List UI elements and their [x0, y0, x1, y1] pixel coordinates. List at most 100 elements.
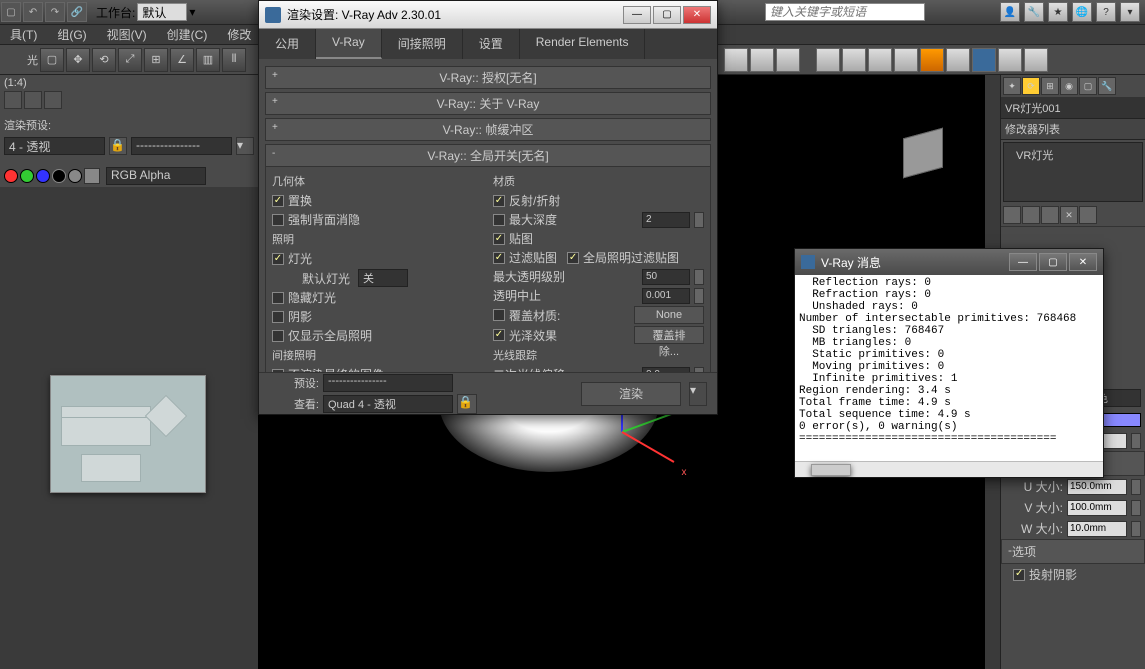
- show-end-icon[interactable]: [1022, 206, 1040, 224]
- transp-cutoff-spinner-icon[interactable]: [694, 288, 704, 304]
- override-mtl-button[interactable]: None: [634, 306, 704, 324]
- alpha-channel-icon[interactable]: [52, 169, 66, 183]
- viewcube-face[interactable]: [903, 128, 943, 179]
- lock-view-icon[interactable]: 🔒: [109, 137, 127, 155]
- viewcube[interactable]: [895, 125, 955, 185]
- rollout-framebuffer[interactable]: +V-Ray:: 帧缓冲区: [265, 118, 711, 141]
- render-scene-icon[interactable]: [816, 48, 840, 72]
- backface-checkbox[interactable]: [272, 214, 284, 226]
- modify-tab-icon[interactable]: ⟳: [1022, 77, 1040, 95]
- snap-tool-icon[interactable]: ⊞: [144, 48, 168, 72]
- footer-view-dropdown[interactable]: Quad 4 - 透视: [323, 395, 453, 413]
- v-size-input[interactable]: [1067, 500, 1127, 516]
- modifier-stack-item[interactable]: VR灯光: [1004, 143, 1142, 167]
- transp-cutoff-input[interactable]: [642, 288, 690, 304]
- unique-icon[interactable]: [1041, 206, 1059, 224]
- angle-tool-icon[interactable]: ∠: [170, 48, 194, 72]
- mat-editor-icon[interactable]: [868, 48, 892, 72]
- file-icon[interactable]: ▢: [1, 2, 21, 22]
- redo-icon[interactable]: ↷: [45, 2, 65, 22]
- view-lock-icon[interactable]: 🔒: [457, 394, 477, 414]
- tab-common[interactable]: 公用: [259, 29, 316, 59]
- green-channel-icon[interactable]: [20, 169, 34, 183]
- w-size-input[interactable]: [1067, 521, 1127, 537]
- msg-minimize-button[interactable]: —: [1009, 253, 1037, 271]
- menu-group[interactable]: 组(G): [47, 26, 96, 43]
- rf-tool1-icon[interactable]: [4, 91, 22, 109]
- cast-shadow-checkbox[interactable]: ✓: [1013, 569, 1025, 581]
- override-mtl-checkbox[interactable]: [493, 309, 505, 321]
- tool-help-icon[interactable]: ?: [1096, 2, 1116, 22]
- motion-tab-icon[interactable]: ◉: [1060, 77, 1078, 95]
- footer-preset-dropdown[interactable]: ----------------: [323, 374, 453, 392]
- modifier-list-dropdown[interactable]: 修改器列表: [1001, 119, 1145, 140]
- temp-spinner-icon[interactable]: [1131, 433, 1141, 449]
- shadows-checkbox[interactable]: [272, 311, 284, 323]
- mirror-tool-icon[interactable]: ▥: [196, 48, 220, 72]
- maps-checkbox[interactable]: [493, 233, 505, 245]
- render-thumbnail[interactable]: [50, 375, 206, 493]
- default-lights-dropdown[interactable]: 关: [358, 269, 408, 287]
- lights-checkbox[interactable]: [272, 253, 284, 265]
- tab-vray[interactable]: V-Ray: [316, 29, 382, 59]
- msg-scrollbar[interactable]: [795, 461, 1103, 477]
- render-button[interactable]: 渲染: [581, 382, 681, 406]
- hierarchy-tab-icon[interactable]: ⊞: [1041, 77, 1059, 95]
- reflect-refract-checkbox[interactable]: [493, 195, 505, 207]
- dialog-titlebar[interactable]: 渲染设置: V-Ray Adv 2.30.01 — ▢ ✕: [259, 1, 717, 29]
- link-icon[interactable]: 🔗: [67, 2, 87, 22]
- v-spinner-icon[interactable]: [1131, 500, 1141, 516]
- tool-key-icon[interactable]: 🔧: [1024, 2, 1044, 22]
- color-swatch[interactable]: [1101, 413, 1141, 427]
- options-section-head[interactable]: -选项: [1001, 539, 1145, 564]
- max-transp-input[interactable]: [642, 269, 690, 285]
- render-dropdown-icon[interactable]: ▾: [689, 382, 707, 406]
- scrollbar-thumb[interactable]: [811, 464, 851, 476]
- menu-create[interactable]: 创建(C): [157, 26, 218, 43]
- teapot-render-icon[interactable]: [920, 48, 944, 72]
- m-tool-icon[interactable]: [724, 48, 748, 72]
- msg-maximize-button[interactable]: ▢: [1039, 253, 1067, 271]
- workspace-dropdown[interactable]: 默认: [137, 3, 187, 21]
- override-exclude-button[interactable]: 覆盖排除...: [634, 326, 704, 344]
- rotate-tool-icon[interactable]: ⟲: [92, 48, 116, 72]
- gi-only-checkbox[interactable]: [272, 330, 284, 342]
- displacement-checkbox[interactable]: [272, 195, 284, 207]
- rf-tool3-icon[interactable]: [44, 91, 62, 109]
- tab-settings[interactable]: 设置: [463, 29, 520, 59]
- tool-globe-icon[interactable]: 🌐: [1072, 2, 1092, 22]
- undo-icon[interactable]: ↶: [23, 2, 43, 22]
- rf-tool2-icon[interactable]: [24, 91, 42, 109]
- utilities-tab-icon[interactable]: 🔧: [1098, 77, 1116, 95]
- align-tool-icon[interactable]: ⫴: [222, 48, 246, 72]
- mono-channel-icon[interactable]: [68, 169, 82, 183]
- msg-log-content[interactable]: Reflection rays: 0 Refraction rays: 0 Un…: [795, 275, 1103, 461]
- swatch-icon[interactable]: [84, 168, 100, 184]
- u-spinner-icon[interactable]: [1131, 479, 1141, 495]
- preset-arrow-icon[interactable]: ▾: [236, 137, 254, 155]
- menu-view[interactable]: 视图(V): [97, 26, 157, 43]
- max-depth-spinner-icon[interactable]: [694, 212, 704, 228]
- max-depth-input[interactable]: [642, 212, 690, 228]
- tool-user-icon[interactable]: 👤: [1000, 2, 1020, 22]
- vray-teapot2-icon[interactable]: [1024, 48, 1048, 72]
- create-tab-icon[interactable]: ✦: [1003, 77, 1021, 95]
- scale-tool-icon[interactable]: ⤢: [118, 48, 142, 72]
- maximize-button[interactable]: ▢: [653, 6, 681, 24]
- filter-maps-checkbox[interactable]: [493, 252, 505, 264]
- rollout-auth[interactable]: +V-Ray:: 授权[无名]: [265, 66, 711, 89]
- config-icon[interactable]: [1079, 206, 1097, 224]
- max-transp-spinner-icon[interactable]: [694, 269, 704, 285]
- search-input[interactable]: [765, 3, 925, 21]
- teapot-quick-icon[interactable]: [946, 48, 970, 72]
- menu-tools[interactable]: 具(T): [0, 26, 47, 43]
- rollout-about[interactable]: +V-Ray:: 关于 V-Ray: [265, 92, 711, 115]
- red-channel-icon[interactable]: [4, 169, 18, 183]
- preset-dropdown[interactable]: ----------------: [131, 137, 232, 155]
- rgb-alpha-dropdown[interactable]: RGB Alpha: [106, 167, 206, 185]
- msg-titlebar[interactable]: V-Ray 消息 — ▢ ✕: [795, 249, 1103, 275]
- env-icon[interactable]: [894, 48, 918, 72]
- move-tool-icon[interactable]: ✥: [66, 48, 90, 72]
- vray-teapot-icon[interactable]: [998, 48, 1022, 72]
- menu-modify[interactable]: 修改: [217, 26, 261, 43]
